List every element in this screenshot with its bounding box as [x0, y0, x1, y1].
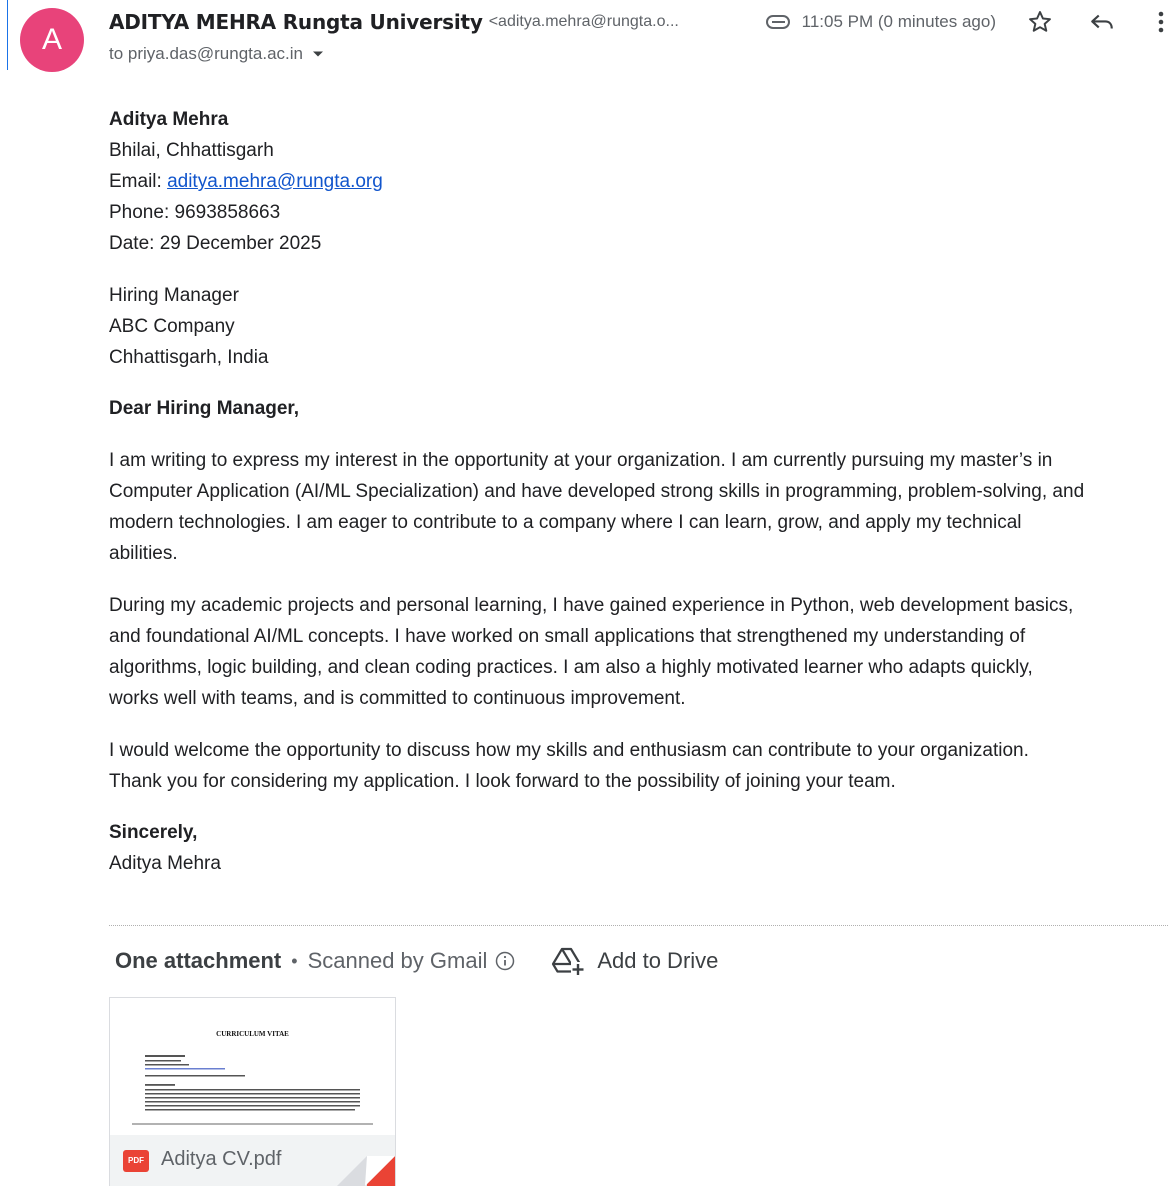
- recipient-location: Chhattisgarh, India: [109, 347, 269, 368]
- paragraph-1: I am writing to express my interest in t…: [109, 445, 1168, 569]
- add-to-drive-button[interactable]: Add to Drive: [597, 948, 718, 974]
- caret-down-icon[interactable]: [311, 47, 325, 61]
- star-icon[interactable]: [1026, 8, 1054, 36]
- thumbnail-text-lines: [132, 1055, 373, 1125]
- recipient-address-block: Hiring Manager ABC Company Chhattisgarh,…: [109, 280, 1168, 373]
- paragraph-line: abilities.: [109, 543, 178, 564]
- closing-block: Sincerely, Aditya Mehra: [109, 817, 1168, 879]
- paragraph-line: algorithms, logic building, and clean co…: [109, 657, 1033, 678]
- page-fold-icon: [337, 1156, 395, 1186]
- paragraph-3: I would welcome the opportunity to discu…: [109, 735, 1168, 797]
- paragraph-2: During my academic projects and personal…: [109, 590, 1168, 714]
- pdf-icon: PDF: [123, 1150, 149, 1172]
- letter-sender-phone: Phone: 9693858663: [109, 202, 281, 223]
- message-time: 11:05 PM (0 minutes ago): [801, 12, 996, 31]
- paragraph-line: Computer Application (AI/ML Specializati…: [109, 481, 1085, 502]
- signature: Aditya Mehra: [109, 853, 221, 874]
- closing: Sincerely,: [109, 822, 198, 843]
- attachments-header: One attachment • Scanned by Gmail Add to…: [115, 944, 718, 978]
- scanned-by-gmail: Scanned by Gmail: [307, 948, 488, 973]
- selection-rule: [7, 0, 8, 70]
- attachments-divider: [109, 925, 1168, 926]
- attachment-file-name[interactable]: Aditya CV.pdf: [161, 1148, 281, 1171]
- recipient-text: to priya.das@rungta.ac.in: [109, 44, 303, 63]
- message-actions: 11:05 PM (0 minutes ago): [764, 6, 1168, 38]
- paragraph-line: Thank you for considering my application…: [109, 771, 896, 792]
- paragraph-line: works well with teams, and is committed …: [109, 688, 686, 709]
- paragraph-line: and foundational AI/ML concepts. I have …: [109, 626, 1026, 647]
- more-vert-icon[interactable]: [1154, 8, 1168, 36]
- add-to-drive-icon[interactable]: [551, 944, 586, 978]
- reply-icon[interactable]: [1088, 8, 1116, 36]
- recipient-title: Hiring Manager: [109, 285, 239, 306]
- sender-address-block: Aditya Mehra Bhilai, Chhattisgarh Email:…: [109, 104, 1168, 259]
- attachments-title: One attachment: [115, 948, 282, 973]
- recipient-company: ABC Company: [109, 316, 235, 337]
- attachment-card[interactable]: CURRICULUM VITAE PDF Aditya CV.pdf: [109, 997, 396, 1186]
- salutation: Dear Hiring Manager,: [109, 398, 300, 419]
- paragraph-line: I am writing to express my interest in t…: [109, 450, 1053, 471]
- email-label: Email:: [109, 171, 162, 192]
- info-icon[interactable]: [495, 951, 515, 971]
- recipient-row[interactable]: to priya.das@rungta.ac.in: [109, 42, 325, 66]
- letter-sender-location: Bhilai, Chhattisgarh: [109, 140, 274, 161]
- avatar[interactable]: A: [20, 8, 84, 72]
- attachment-thumbnail[interactable]: CURRICULUM VITAE: [110, 998, 395, 1135]
- separator-dot: •: [291, 950, 298, 971]
- sender-row: ADITYA MEHRA Rungta University <aditya.m…: [109, 8, 679, 36]
- sender-email[interactable]: <aditya.mehra@rungta.o...: [489, 13, 679, 31]
- letter-sender-name: Aditya Mehra: [109, 109, 229, 130]
- paragraph-line: During my academic projects and personal…: [109, 595, 1074, 616]
- paragraph-line: I would welcome the opportunity to discu…: [109, 740, 1029, 761]
- sender-name[interactable]: ADITYA MEHRA Rungta University: [109, 10, 483, 34]
- label-icon[interactable]: [764, 12, 794, 32]
- letter-date: Date: 29 December 2025: [109, 233, 322, 254]
- paragraph-line: modern technologies. I am eager to contr…: [109, 512, 1022, 533]
- letter-sender-email-line: Email: aditya.mehra@rungta.org: [109, 166, 1168, 197]
- email-link[interactable]: aditya.mehra@rungta.org: [167, 171, 383, 192]
